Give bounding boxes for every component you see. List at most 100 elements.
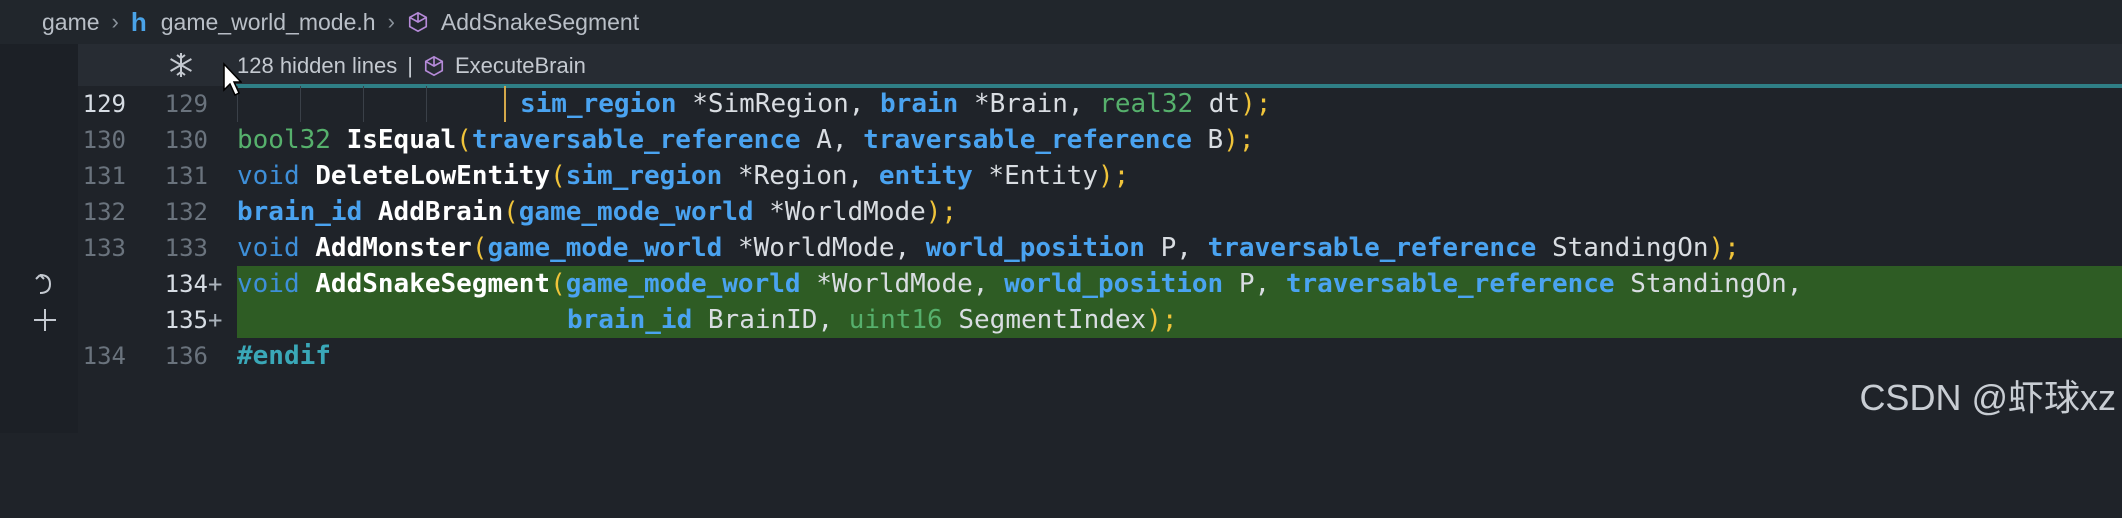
indent-guide	[426, 86, 427, 122]
sticky-separator: |	[407, 53, 413, 78]
indent-guide	[300, 86, 301, 122]
chevron-right-icon: ›	[387, 9, 395, 34]
chevron-right-icon: ›	[111, 9, 119, 34]
type-token: world_position	[1004, 269, 1224, 299]
code-token: P,	[1144, 233, 1208, 263]
type-token: real32	[1099, 89, 1194, 119]
original-line-number: 130	[82, 126, 126, 154]
type-token: void	[237, 233, 300, 263]
paren-token: );	[1098, 161, 1130, 191]
unfold-icon[interactable]	[166, 50, 196, 80]
paren-token: );	[1146, 305, 1178, 335]
breadcrumb-symbol[interactable]: AddSnakeSegment	[441, 9, 639, 36]
type-token: sim_region	[565, 161, 723, 191]
modified-line-number: 133	[164, 234, 208, 262]
modified-line-number: 129	[164, 90, 208, 118]
paren-token: (	[471, 233, 488, 263]
paren-token: (	[503, 197, 519, 227]
added-line-marker: +	[208, 306, 223, 334]
paren-token: (	[550, 161, 566, 191]
code-line[interactable]: 133 133 void AddMonster(game_mode_world …	[0, 230, 2122, 266]
type-token: void	[237, 269, 300, 299]
code-token: *WorldMode,	[800, 269, 1005, 299]
type-token: brain_id	[237, 197, 363, 227]
breadcrumb-file[interactable]: game_world_mode.h	[161, 9, 376, 36]
code-token: *Region,	[722, 161, 879, 191]
type-token: brain	[880, 89, 959, 119]
paren-token: (	[456, 125, 472, 155]
indent-guide	[363, 86, 364, 122]
code-token: *WorldMode,	[722, 233, 926, 263]
sticky-symbol[interactable]: ExecuteBrain	[455, 53, 586, 79]
code-line[interactable]: 134 136 #endif	[0, 338, 2122, 374]
code-token: A,	[800, 125, 864, 155]
hidden-lines-label[interactable]: 128 hidden lines	[237, 53, 397, 79]
original-line-number: 132	[82, 198, 126, 226]
code-token: SegmentIndex	[942, 305, 1147, 335]
header-file-icon: h	[130, 6, 147, 37]
code-line[interactable]: 129 129 sim_region *SimRegion, brain *Br…	[0, 86, 2122, 122]
active-indent-guide	[504, 86, 506, 122]
code-token: *SimRegion,	[676, 89, 881, 119]
code-token: StandingOn,	[1614, 269, 1803, 299]
type-token: traversable_reference	[1285, 269, 1615, 299]
original-line-number: 131	[82, 162, 126, 190]
original-line-number: 129	[82, 90, 126, 118]
added-code-line[interactable]: 135 + brain_id BrainID, uint16 SegmentIn…	[0, 302, 2122, 338]
type-token: entity	[878, 161, 973, 191]
modified-line-number: 134	[164, 270, 208, 298]
paren-token: (	[550, 269, 566, 299]
preprocessor-token: #endif	[237, 341, 331, 371]
function-name: DeleteLowEntity	[315, 161, 551, 191]
code-line[interactable]: 130 130 bool32 IsEqual(traversable_refer…	[0, 122, 2122, 158]
function-name: AddSnakeSegment	[315, 269, 551, 299]
paren-token: );	[1223, 125, 1255, 155]
code-line[interactable]: 131 131 void DeleteLowEntity(sim_region …	[0, 158, 2122, 194]
cube-symbol-icon	[424, 55, 444, 77]
code-token: *WorldMode	[753, 197, 926, 227]
modified-line-number: 131	[164, 162, 208, 190]
type-token: game_mode_world	[518, 197, 754, 227]
code-token: StandingOn	[1536, 233, 1709, 263]
type-token: traversable_reference	[471, 125, 801, 155]
modified-line-number: 136	[164, 342, 208, 370]
watermark: CSDN @虾球xz	[1859, 377, 2116, 418]
added-code-line[interactable]: 134 + void AddSnakeSegment(game_mode_wor…	[0, 266, 2122, 302]
paren-token: );	[1708, 233, 1740, 263]
type-token: uint16	[848, 305, 943, 335]
code-token: *Entity	[972, 161, 1098, 191]
type-token: void	[237, 161, 300, 191]
original-line-number: 134	[82, 342, 126, 370]
revert-change-icon[interactable]	[30, 269, 60, 299]
added-line-marker: +	[208, 270, 223, 298]
function-name: IsEqual	[346, 125, 457, 155]
type-token: game_mode_world	[565, 269, 801, 299]
code-token: BrainID,	[692, 305, 849, 335]
function-name: AddBrain	[377, 197, 504, 227]
code-token: B	[1191, 125, 1224, 155]
modified-line-number: 130	[164, 126, 208, 154]
type-token: traversable_reference	[863, 125, 1192, 155]
original-line-number: 133	[82, 234, 126, 262]
type-token: bool32	[237, 125, 331, 155]
breadcrumb-folder[interactable]: game	[42, 9, 100, 36]
sticky-scroll-header[interactable]: 128 hidden lines | ExecuteBrain	[78, 44, 2122, 86]
breadcrumb: game › h game_world_mode.h › AddSnakeSeg…	[0, 0, 2122, 44]
code-line[interactable]: 132 132 brain_id AddBrain(game_mode_worl…	[0, 194, 2122, 230]
paren-token: );	[925, 197, 958, 227]
type-token: game_mode_world	[487, 233, 723, 263]
modified-line-number: 135	[164, 306, 208, 334]
mouse-cursor-icon	[223, 62, 242, 97]
added-line-highlight	[237, 302, 2122, 338]
code-token: P,	[1223, 269, 1286, 299]
code-token: dt	[1193, 89, 1241, 119]
type-token: traversable_reference	[1207, 233, 1537, 263]
add-icon[interactable]	[30, 305, 60, 335]
cube-symbol-icon	[408, 11, 427, 33]
code-token: *Brain,	[958, 89, 1100, 119]
